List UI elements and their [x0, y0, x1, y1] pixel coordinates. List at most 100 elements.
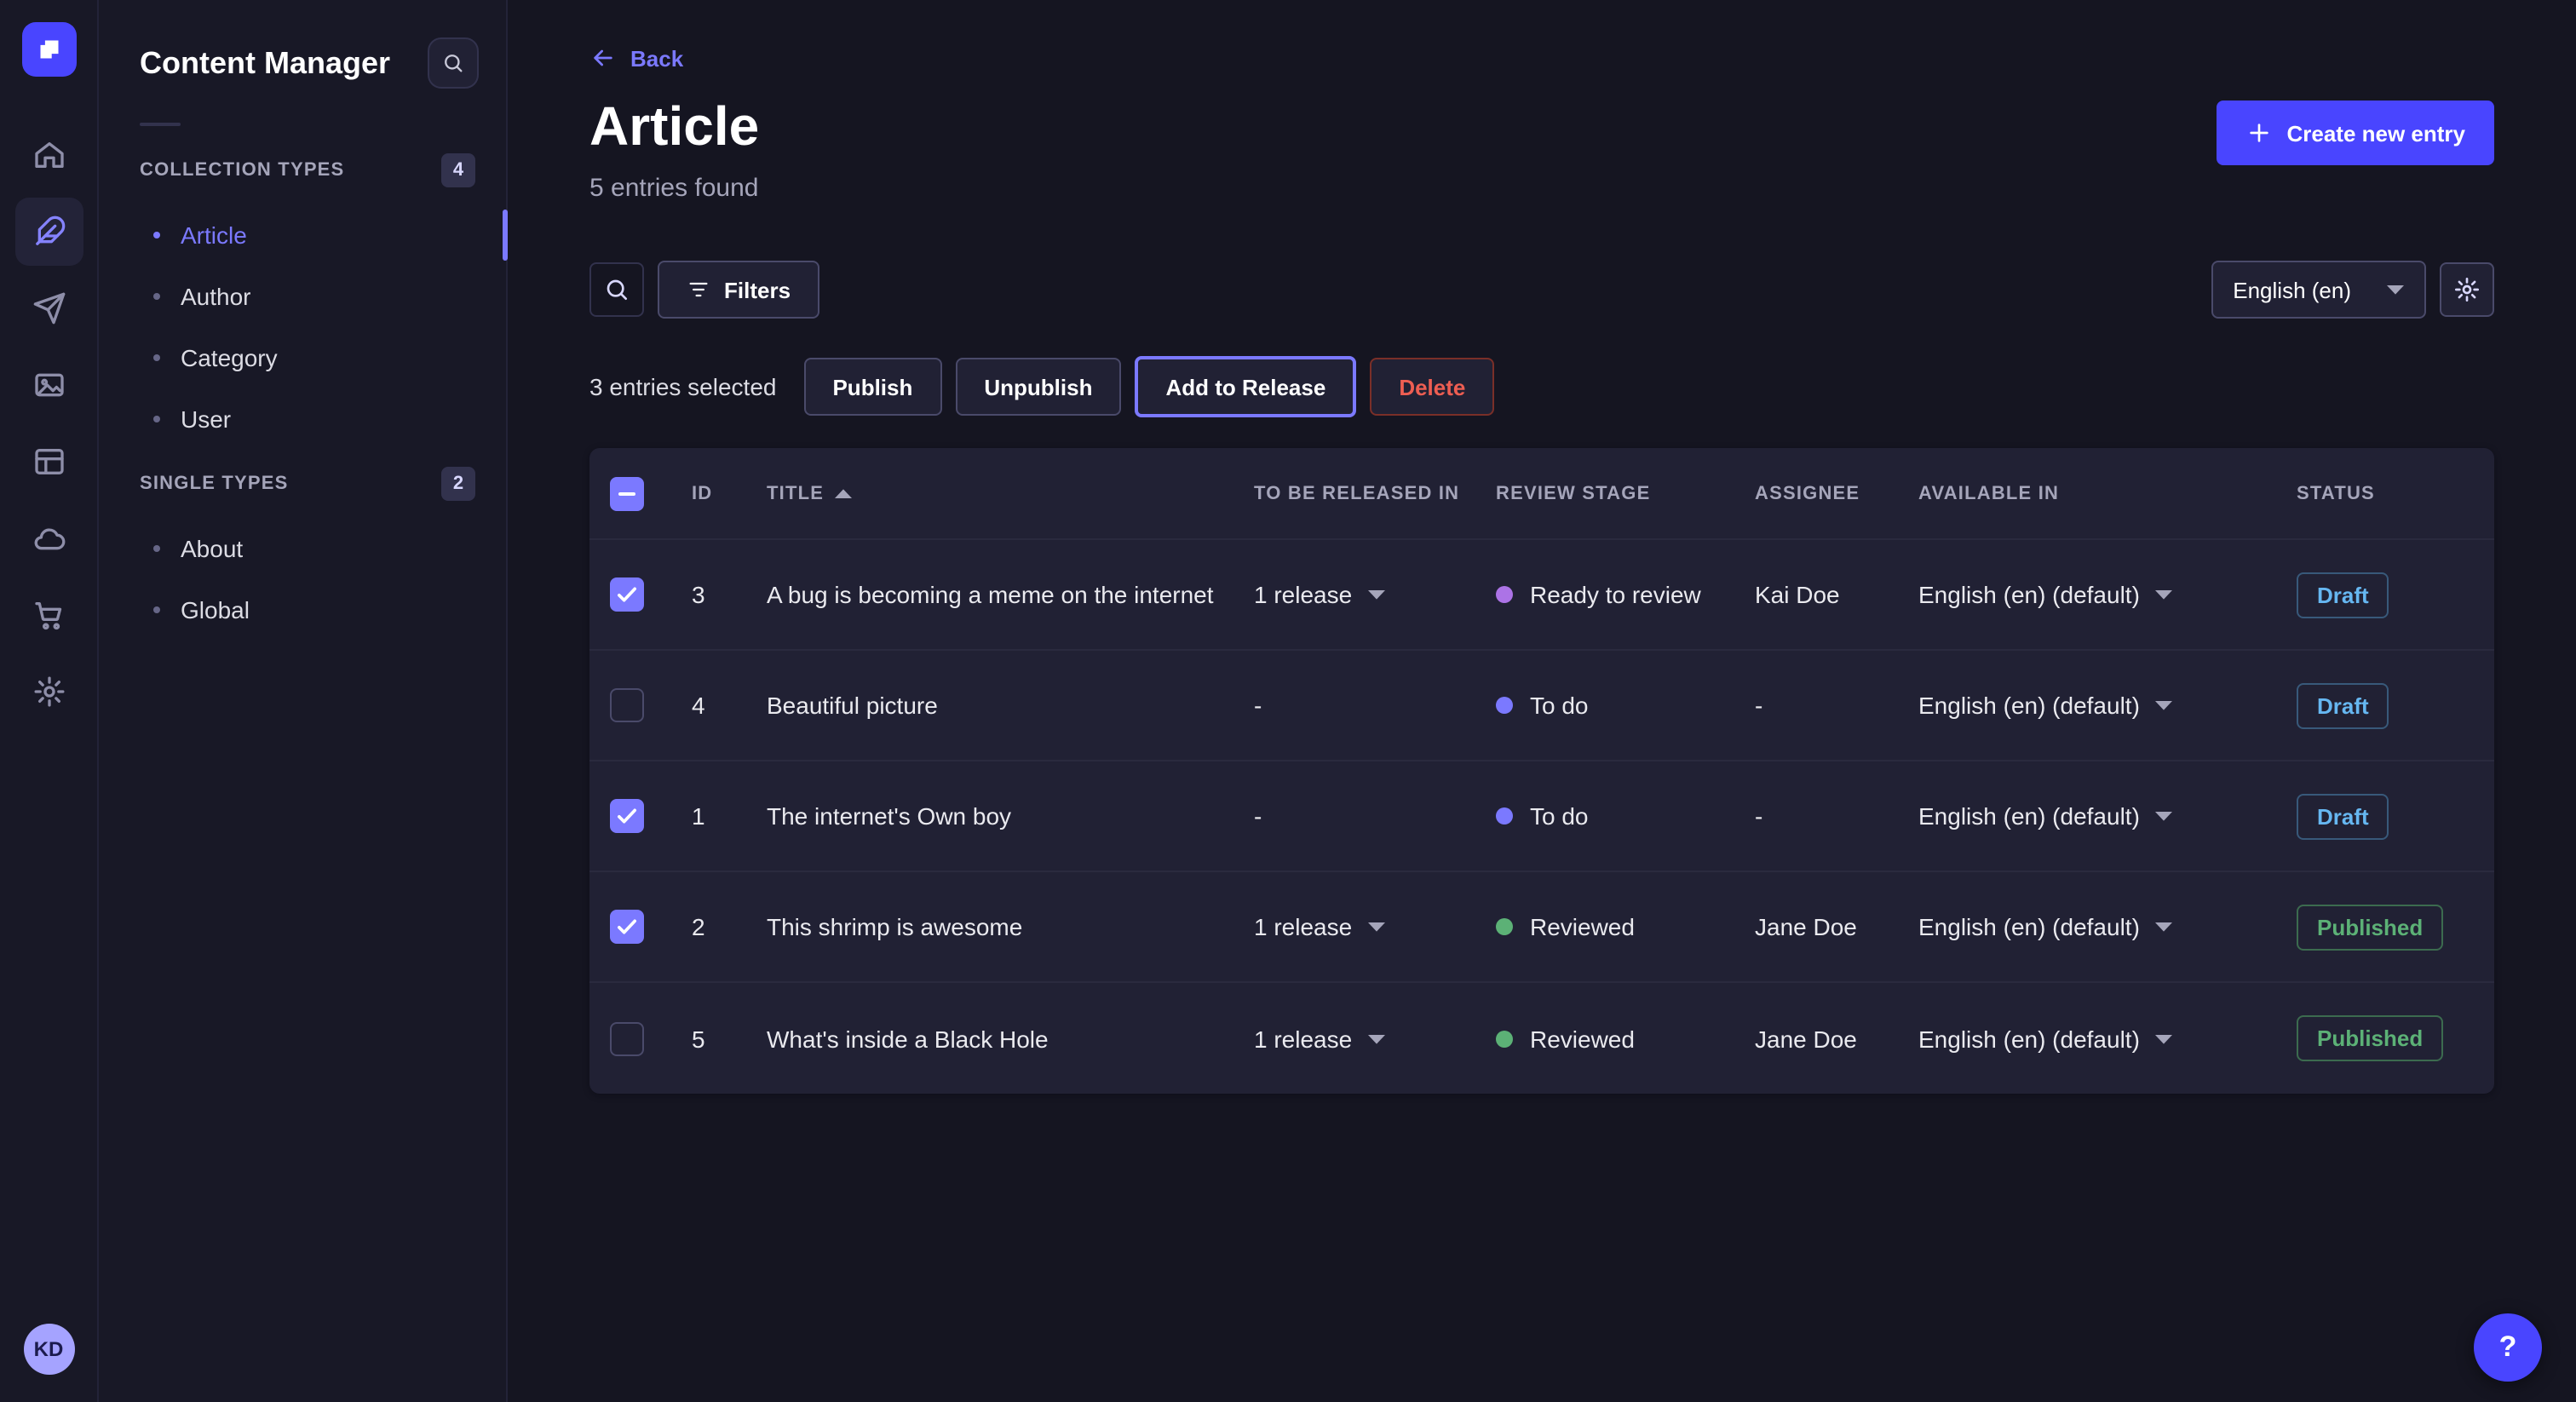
content-manager-sidebar: Content Manager COLLECTION TYPES 4 Artic…: [99, 0, 508, 1402]
help-button[interactable]: ?: [2474, 1313, 2542, 1382]
sidebar-item-label: Article: [181, 221, 247, 249]
strapi-logo-icon[interactable]: [21, 22, 76, 77]
review-stage-dot: [1496, 1030, 1513, 1047]
row-title: This shrimp is awesome: [767, 913, 1254, 940]
row-checkbox[interactable]: [610, 910, 644, 944]
locale-select[interactable]: English (en): [2211, 261, 2426, 319]
row-title: A bug is becoming a meme on the internet: [767, 581, 1254, 608]
bullet-icon: [153, 545, 160, 552]
avatar[interactable]: KD: [23, 1324, 74, 1375]
media-library-icon[interactable]: [14, 351, 83, 419]
table-row[interactable]: 3 A bug is becoming a meme on the intern…: [589, 540, 2494, 651]
sidebar-title: Content Manager: [140, 45, 390, 81]
column-header-review-stage[interactable]: REVIEW STAGE: [1496, 483, 1755, 503]
row-checkbox[interactable]: [610, 799, 644, 833]
avatar-initials: KD: [34, 1337, 64, 1361]
row-release-dropdown[interactable]: 1 release: [1254, 1025, 1496, 1052]
row-id: 5: [692, 1025, 767, 1052]
section-count-badge: 4: [441, 153, 475, 187]
gear-icon[interactable]: [14, 658, 83, 726]
filters-button[interactable]: Filters: [658, 261, 819, 319]
row-review-stage: Reviewed: [1496, 913, 1755, 940]
row-release-dropdown[interactable]: 1 release: [1254, 913, 1496, 940]
chevron-down-icon: [2155, 700, 2172, 710]
arrow-left-icon: [589, 44, 617, 72]
table-row[interactable]: 4 Beautiful picture - To do - English (e…: [589, 651, 2494, 761]
chevron-down-icon: [2155, 811, 2172, 821]
row-release-dropdown[interactable]: 1 release: [1254, 581, 1496, 608]
entries-count: 5 entries found: [589, 174, 759, 203]
review-stage-dot: [1496, 697, 1513, 714]
row-locale-dropdown[interactable]: English (en) (default): [1918, 692, 2297, 719]
home-icon[interactable]: [14, 121, 83, 189]
sidebar-item-global[interactable]: Global: [99, 579, 506, 641]
status-badge: Draft: [2297, 793, 2389, 839]
sidebar-search-button[interactable]: [428, 37, 479, 89]
table-row[interactable]: 2 This shrimp is awesome 1 release Revie…: [589, 872, 2494, 983]
row-review-stage: To do: [1496, 692, 1755, 719]
bullet-icon: [153, 293, 160, 300]
row-locale-dropdown[interactable]: English (en) (default): [1918, 802, 2297, 830]
sidebar-item-label: User: [181, 405, 231, 433]
row-release-dropdown[interactable]: -: [1254, 802, 1496, 830]
add-to-release-button[interactable]: Add to Release: [1135, 356, 1356, 417]
back-link[interactable]: Back: [589, 44, 683, 72]
row-checkbox[interactable]: [610, 688, 644, 722]
row-title: Beautiful picture: [767, 692, 1254, 719]
row-review-stage: To do: [1496, 802, 1755, 830]
table-row[interactable]: 5 What's inside a Black Hole 1 release R…: [589, 983, 2494, 1094]
layout-icon[interactable]: [14, 428, 83, 496]
indeterminate-dash-icon: [618, 491, 635, 495]
nav-rail: KD: [0, 0, 99, 1402]
row-assignee: Jane Doe: [1755, 913, 1918, 940]
section-count-badge: 2: [441, 467, 475, 501]
cloud-icon[interactable]: [14, 504, 83, 572]
search-button[interactable]: [589, 262, 644, 317]
row-checkbox[interactable]: [610, 577, 644, 612]
column-header-available-in[interactable]: AVAILABLE IN: [1918, 483, 2297, 503]
row-id: 1: [692, 802, 767, 830]
sidebar-item-category[interactable]: Category: [99, 327, 506, 388]
delete-button[interactable]: Delete: [1370, 358, 1494, 416]
status-badge: Draft: [2297, 682, 2389, 728]
sidebar-item-label: Author: [181, 283, 251, 310]
question-mark-icon: ?: [2499, 1330, 2517, 1365]
column-header-id[interactable]: ID: [692, 483, 767, 503]
row-locale-dropdown[interactable]: English (en) (default): [1918, 581, 2297, 608]
sidebar-item-about[interactable]: About: [99, 518, 506, 579]
sidebar-item-label: About: [181, 535, 243, 562]
cart-icon[interactable]: [14, 581, 83, 649]
sidebar-item-article[interactable]: Article: [99, 204, 506, 266]
view-settings-button[interactable]: [2440, 262, 2494, 317]
single-types-section: SINGLE TYPES 2 About Global: [99, 467, 506, 641]
review-stage-dot: [1496, 807, 1513, 825]
row-assignee: Jane Doe: [1755, 1025, 1918, 1052]
filters-label: Filters: [724, 277, 791, 302]
row-id: 3: [692, 581, 767, 608]
row-locale-dropdown[interactable]: English (en) (default): [1918, 913, 2297, 940]
feather-icon[interactable]: [14, 198, 83, 266]
column-header-title[interactable]: TITLE: [767, 483, 1254, 503]
sidebar-item-author[interactable]: Author: [99, 266, 506, 327]
chevron-down-icon: [2155, 1033, 2172, 1043]
paper-plane-icon[interactable]: [14, 274, 83, 342]
column-header-status[interactable]: STATUS: [2297, 483, 2481, 503]
sort-asc-icon: [834, 488, 851, 498]
select-all-checkbox[interactable]: [610, 476, 644, 510]
publish-button[interactable]: Publish: [803, 358, 941, 416]
column-header-release[interactable]: TO BE RELEASED IN: [1254, 483, 1496, 503]
row-release-dropdown[interactable]: -: [1254, 692, 1496, 719]
column-header-assignee[interactable]: ASSIGNEE: [1755, 483, 1918, 503]
sidebar-item-user[interactable]: User: [99, 388, 506, 450]
row-checkbox[interactable]: [610, 1021, 644, 1055]
search-icon: [603, 276, 630, 303]
row-title: What's inside a Black Hole: [767, 1025, 1254, 1052]
plus-icon: [2245, 119, 2273, 147]
create-new-entry-button[interactable]: Create new entry: [2217, 101, 2494, 165]
unpublish-button[interactable]: Unpublish: [955, 358, 1121, 416]
row-locale-dropdown[interactable]: English (en) (default): [1918, 1025, 2297, 1052]
table-row[interactable]: 1 The internet's Own boy - To do - Engli…: [589, 761, 2494, 872]
chevron-down-icon: [2155, 922, 2172, 932]
app-root: KD Content Manager COLLECTION TYPES 4 Ar…: [0, 0, 2576, 1402]
back-label: Back: [630, 45, 683, 71]
